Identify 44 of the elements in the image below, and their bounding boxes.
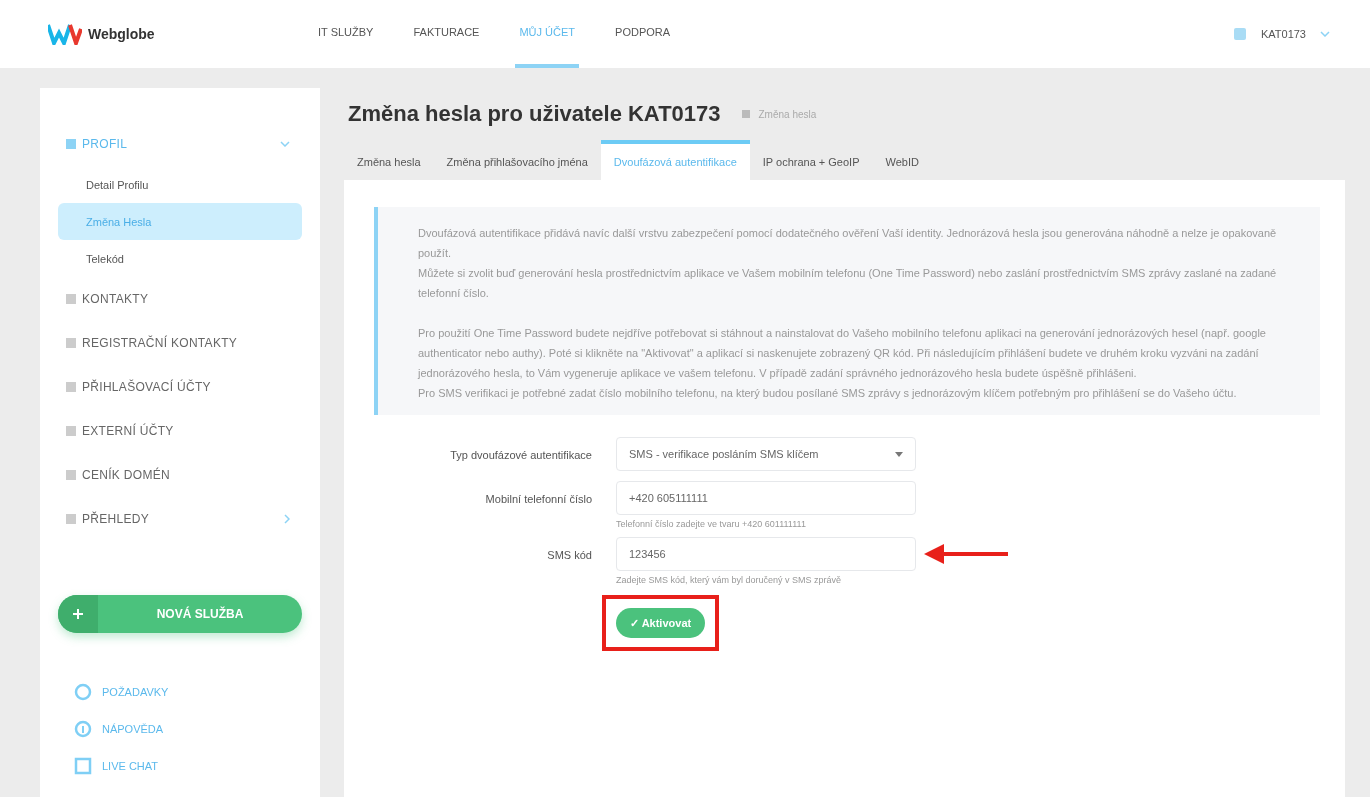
nav-link[interactable]: FAKTURACE xyxy=(409,0,484,68)
chat-icon xyxy=(74,756,92,775)
menu-icon xyxy=(66,338,76,348)
sidebar-subitem[interactable]: Detail Profilu xyxy=(58,166,302,203)
info-icon xyxy=(74,719,92,738)
tab[interactable]: WebID xyxy=(872,140,932,180)
field-hint: Zadejte SMS kód, který vám byl doručený v SMS zprávě xyxy=(616,575,843,585)
nav-link[interactable]: PODPORA xyxy=(611,0,675,68)
dropdown-icon xyxy=(895,451,903,457)
tab[interactable]: Změna hesla xyxy=(344,140,434,180)
field-label: Typ dvoufázové autentifikace xyxy=(449,448,592,463)
sidebar-item[interactable]: PŘIHLAŠOVACÍ ÚČTY xyxy=(58,365,302,409)
plus-icon xyxy=(73,609,83,619)
sidebar-item[interactable]: PŘEHLEDY xyxy=(58,497,302,541)
logo[interactable]: Webglobe xyxy=(48,23,314,45)
menu-icon xyxy=(66,139,76,149)
field-hint: Telefonní číslo zadejte ve tvaru +420 601111111 xyxy=(616,519,807,529)
info-text: Pro použití One Time Password budete nejdříve potřebovat si stáhnout a nainstalovat do Vašeho mobilního telefonu aplikaci na generování jednorázových hesel (např. google authenticator nebo authy). Poté si klikněte na "Aktivovat" a aplikací si naskenujete zobrazený QR kód. Při následujícím přihlášení budete ve druhém kroku vyzváni na zadání jednorázového hesla, to Vám vygeneruje aplikace ve vašem telefonu. V případě zadání správného jednorázového hesla budete úspěšně přihlášeni. xyxy=(418,326,1267,381)
user-menu[interactable]: KAT0173 xyxy=(1260,28,1306,40)
info-text: Pro SMS verifikaci je potřebné zadat číslo mobilního telefonu, na který budou posílané SMS zprávy s jednorázovým klíčem potřebným pro přihlášení se do Vašeho účtu. xyxy=(418,386,1238,401)
caret-icon xyxy=(1320,31,1330,37)
page-title: Změna hesla pro uživatele KAT0173 xyxy=(348,101,721,127)
info-text: Můžete si zvolit buď generování hesla prostřednictvím aplikace ve Vašem mobilním telefonu (One Time Password) nebo zaslání prostřednictvím SMS zprávy zaslané na zadané telefonní číslo. xyxy=(418,266,1278,301)
logo-icon xyxy=(48,23,82,45)
menu-icon xyxy=(66,294,76,304)
sidebar-subitem[interactable]: Telekód xyxy=(58,240,302,277)
sidebar-item[interactable]: REGISTRAČNÍ KONTAKTY xyxy=(58,321,302,365)
input-field[interactable]: 123456 xyxy=(616,537,916,571)
sidebar-item[interactable]: EXTERNÍ ÚČTY xyxy=(58,409,302,453)
select-field[interactable]: SMS - verifikace posláním SMS klíčem xyxy=(616,437,916,471)
field-label: Mobilní telefonní číslo xyxy=(484,492,592,507)
field-label: SMS kód xyxy=(546,548,592,563)
help-icon xyxy=(74,682,92,701)
sidebar-item[interactable]: CENÍK DOMÉN xyxy=(58,453,302,497)
tab[interactable]: IP ochrana + GeoIP xyxy=(749,140,873,180)
info-text: Dvoufázová autentifikace přidává navíc další vrstvu zabezpečení pomocí dodatečného ověření Vaší identity. Jednorázová hesla jsou generována náhodně a nelze je opakovaně použít. xyxy=(418,226,1278,261)
input-field[interactable]: +420 605111111 xyxy=(616,481,916,515)
menu-icon xyxy=(66,382,76,392)
menu-icon xyxy=(66,470,76,480)
menu-icon xyxy=(66,426,76,436)
tab[interactable]: Změna přihlašovacího jména xyxy=(433,140,601,180)
sidebar-item[interactable]: KONTAKTY xyxy=(58,277,302,321)
menu-icon xyxy=(66,514,76,524)
nav-link[interactable]: IT SLUŽBY xyxy=(314,0,378,68)
